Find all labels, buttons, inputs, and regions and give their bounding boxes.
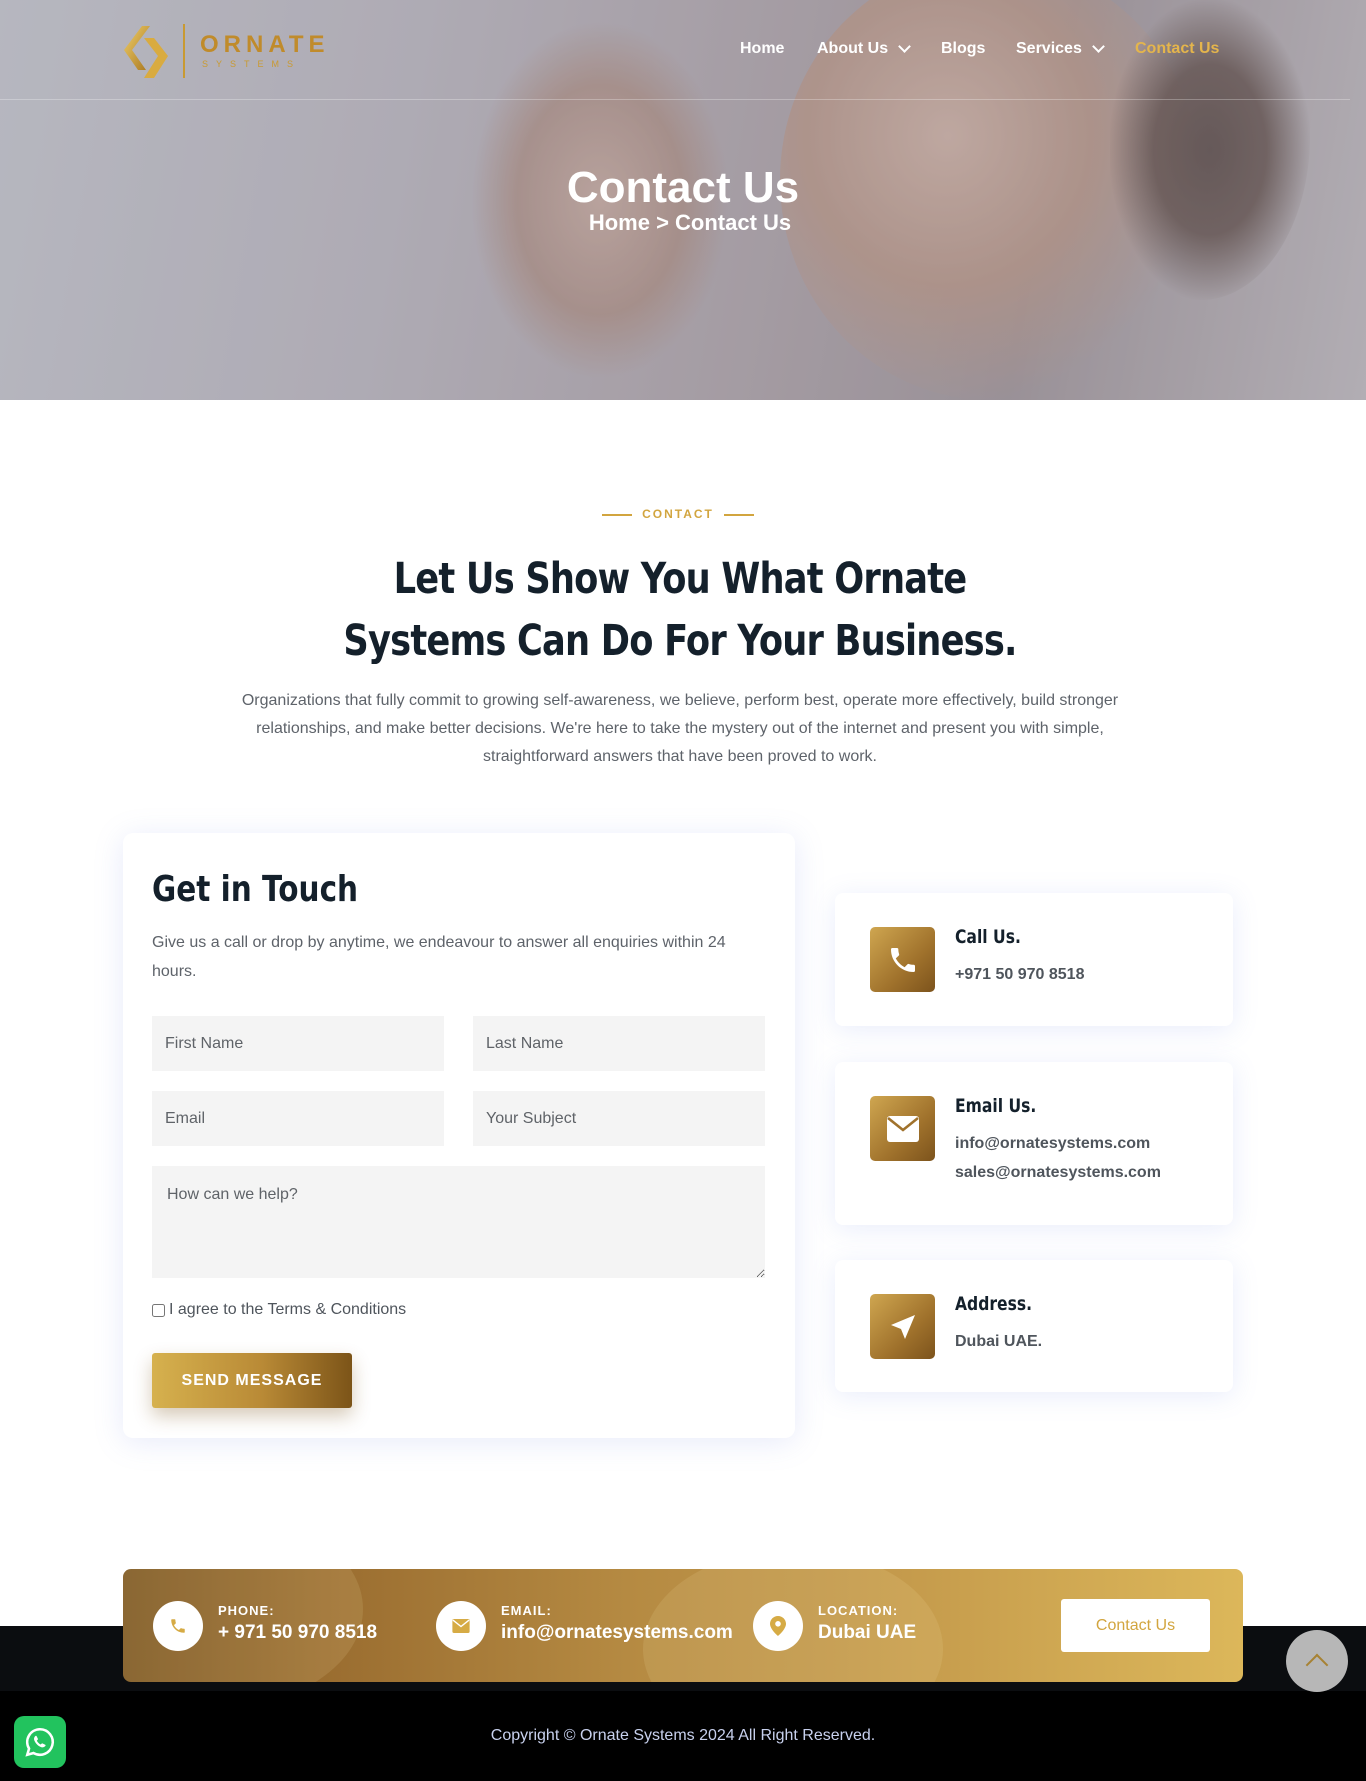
nav-blogs[interactable]: Blogs xyxy=(941,40,985,58)
eyebrow-line-right xyxy=(723,513,754,516)
address-card: Address. Dubai UAE. xyxy=(835,1260,1233,1392)
email-us-title: Email Us. xyxy=(955,1095,1037,1117)
nav-blogs-label: Blogs xyxy=(941,40,986,57)
scroll-to-top-button[interactable] xyxy=(1286,1630,1348,1692)
section-eyebrow: CONTACT xyxy=(0,507,1356,521)
copyright-text: Copyright © Ornate Systems 2024 All Righ… xyxy=(490,1727,876,1744)
logo-tagline: SYSTEMS xyxy=(202,59,302,69)
subject-input[interactable] xyxy=(473,1091,765,1146)
email-us-address-2[interactable]: sales@ornatesystems.com xyxy=(955,1164,1161,1182)
footer-contact-us-button[interactable]: Contact Us xyxy=(1061,1599,1210,1652)
breadcrumb: Home > Contact Us xyxy=(588,210,792,235)
nav-services-label: Services xyxy=(1016,40,1082,57)
nav-services[interactable]: Services xyxy=(1016,40,1105,58)
location-arrow-icon xyxy=(870,1294,935,1359)
whatsapp-icon xyxy=(25,1727,54,1757)
send-message-button[interactable]: SEND MESSAGE xyxy=(152,1353,352,1408)
contact-form: Get in Touch Give us a call or drop by a… xyxy=(123,833,795,1438)
nav-about-us[interactable]: About Us xyxy=(817,40,911,58)
section-heading: Let Us Show You What Ornate Systems Can … xyxy=(343,554,1017,666)
envelope-icon xyxy=(870,1096,935,1161)
eyebrow-label: CONTACT xyxy=(642,507,714,521)
nav-home-label: Home xyxy=(740,40,785,57)
cta-phone-label: PHONE: xyxy=(218,1603,275,1618)
nav-about-us-label: About Us xyxy=(817,40,889,57)
chevron-down-icon xyxy=(898,40,911,53)
message-textarea[interactable] xyxy=(152,1166,765,1278)
form-description: Give us a call or drop by anytime, we en… xyxy=(152,934,726,980)
terms-label: I agree to the Terms & Conditions xyxy=(169,1301,407,1318)
site-logo[interactable]: ORNATE SYSTEMS xyxy=(120,22,325,80)
address-value: Dubai UAE. xyxy=(955,1333,1043,1350)
cta-email-label: EMAIL: xyxy=(501,1603,552,1618)
cta-phone-value[interactable]: + 971 50 970 8518 xyxy=(218,1622,377,1644)
nav-contact-us-label: Contact Us xyxy=(1135,40,1220,57)
nav-contact-us[interactable]: Contact Us xyxy=(1135,40,1219,58)
phone-icon xyxy=(870,927,935,992)
email-input[interactable] xyxy=(152,1091,444,1146)
call-us-phone[interactable]: +971 50 970 8518 xyxy=(955,966,1084,984)
form-title: Get in Touch xyxy=(152,869,359,910)
hero-banner: ORNATE SYSTEMS Home About Us Blogs Servi… xyxy=(0,0,1366,400)
whatsapp-button[interactable] xyxy=(14,1716,66,1768)
section-paragraph: Organizations that fully commit to growi… xyxy=(241,692,1119,765)
map-pin-icon xyxy=(753,1601,803,1651)
call-us-title: Call Us. xyxy=(955,926,1021,948)
logo-wordmark: ORNATE xyxy=(200,31,330,58)
phone-icon xyxy=(153,1601,203,1651)
terms-agreement[interactable]: I agree to the Terms & Conditions xyxy=(152,1301,406,1319)
terms-checkbox[interactable] xyxy=(152,1303,165,1317)
address-title: Address. xyxy=(955,1293,1033,1315)
chevron-down-icon xyxy=(1091,40,1105,53)
logo-divider xyxy=(183,24,185,78)
call-us-card: Call Us. +971 50 970 8518 xyxy=(835,893,1233,1026)
cta-email-value[interactable]: info@ornatesystems.com xyxy=(501,1622,733,1644)
email-us-address-1[interactable]: info@ornatesystems.com xyxy=(955,1135,1150,1153)
first-name-input[interactable] xyxy=(152,1016,444,1071)
cta-location-value: Dubai UAE xyxy=(818,1622,917,1643)
cta-location-label: LOCATION: xyxy=(818,1603,899,1618)
chevron-up-icon xyxy=(1305,1653,1329,1677)
nav-home[interactable]: Home xyxy=(740,40,784,58)
email-us-card: Email Us. info@ornatesystems.com sales@o… xyxy=(835,1062,1233,1225)
last-name-input[interactable] xyxy=(473,1016,765,1071)
page-title: Contact Us xyxy=(566,163,800,212)
envelope-icon xyxy=(436,1601,486,1651)
footer-contact-bar: PHONE: + 971 50 970 8518 EMAIL: info@orn… xyxy=(123,1569,1243,1682)
header-divider xyxy=(0,99,1350,100)
logo-mark-icon xyxy=(124,26,168,78)
eyebrow-line-left xyxy=(602,513,633,516)
